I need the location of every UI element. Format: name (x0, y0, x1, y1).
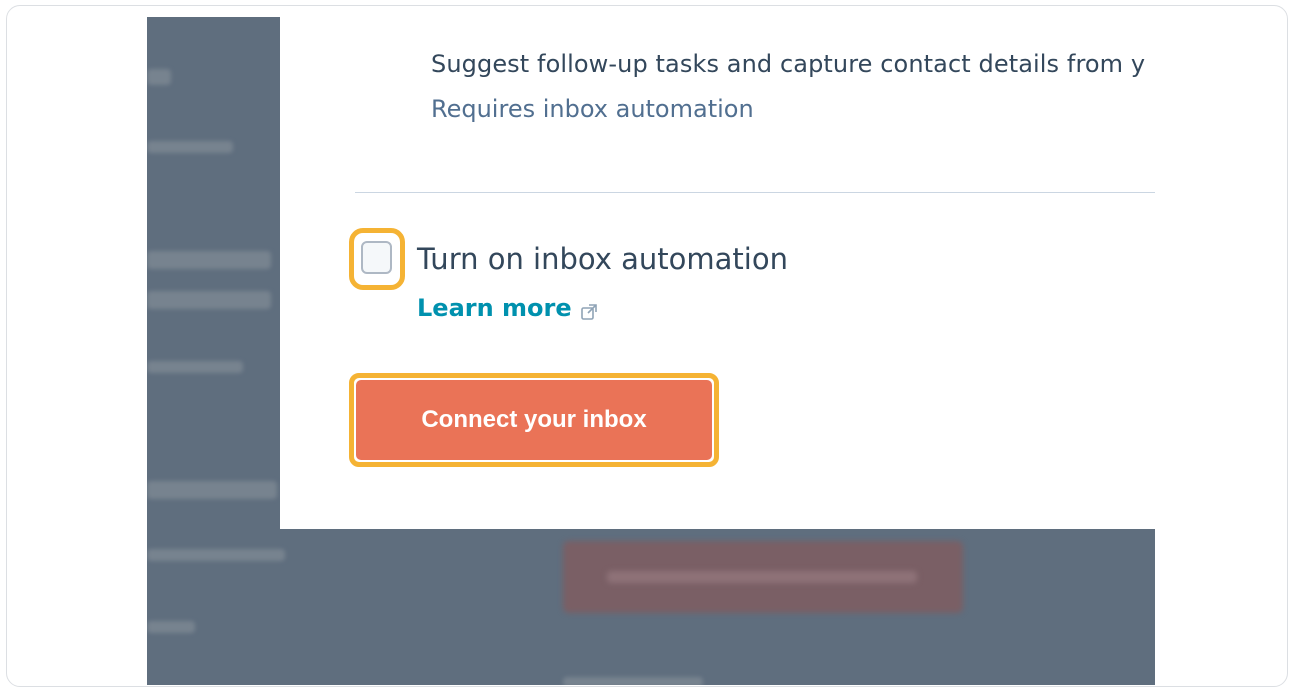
blurred-sidebar-text (147, 549, 285, 561)
blurred-background-text (563, 677, 703, 685)
blurred-sidebar-text (147, 621, 195, 633)
blurred-sidebar-text (147, 291, 271, 309)
inbox-automation-checkbox[interactable] (361, 241, 392, 274)
blurred-sidebar-text (147, 361, 243, 373)
blurred-sidebar-text (147, 69, 171, 85)
feature-description: Suggest follow-up tasks and capture cont… (431, 50, 1146, 78)
blurred-sidebar-text (147, 141, 233, 153)
screenshot-frame: Suggest follow-up tasks and capture cont… (6, 5, 1288, 687)
external-link-icon (581, 304, 597, 320)
blurred-background-button-label (607, 571, 917, 583)
requirement-note: Requires inbox automation (431, 95, 754, 123)
blurred-sidebar-text (147, 481, 277, 499)
inbox-automation-panel: Suggest follow-up tasks and capture cont… (280, 17, 1155, 529)
learn-more-link[interactable]: Learn more (417, 294, 572, 322)
section-divider (355, 192, 1155, 193)
connect-inbox-button[interactable]: Connect your inbox (356, 380, 712, 460)
inbox-automation-label: Turn on inbox automation (417, 242, 788, 276)
blurred-sidebar-text (147, 251, 271, 269)
